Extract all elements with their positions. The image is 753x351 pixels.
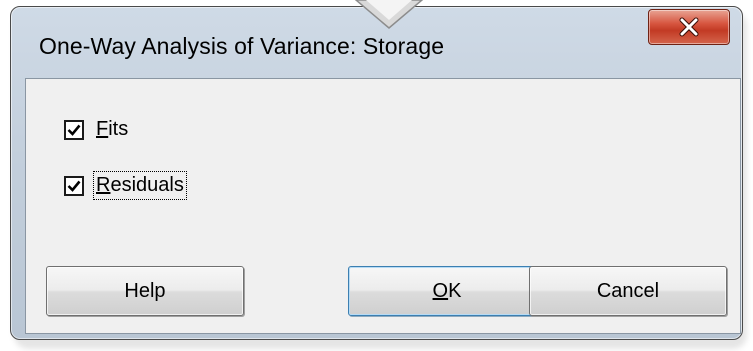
help-button-label: Help <box>124 279 166 302</box>
dialog-window: One-Way Analysis of Variance: Storage Fi… <box>10 6 743 340</box>
residuals-label: Residuals <box>93 171 187 200</box>
residuals-checkbox[interactable] <box>64 175 84 196</box>
cancel-button[interactable]: Cancel <box>529 266 727 316</box>
residuals-mnemonic: R <box>96 174 111 196</box>
close-button[interactable] <box>648 9 730 45</box>
ok-label-rest: K <box>448 279 462 302</box>
fits-label-rest: its <box>108 118 129 140</box>
fits-option[interactable]: Fits <box>64 117 129 142</box>
close-x-icon <box>679 17 699 37</box>
fits-checkbox[interactable] <box>64 119 84 140</box>
residuals-label-rest: esiduals <box>110 174 184 196</box>
checkmark-icon <box>67 180 81 192</box>
fits-label: Fits <box>95 117 129 142</box>
help-button[interactable]: Help <box>46 266 244 316</box>
ok-button[interactable]: OK <box>348 266 546 316</box>
screen: One-Way Analysis of Variance: Storage Fi… <box>0 0 753 351</box>
fits-mnemonic: F <box>96 118 109 140</box>
pointer-arrow-icon <box>354 0 424 29</box>
ok-mnemonic: O <box>432 279 449 302</box>
window-title: One-Way Analysis of Variance: Storage <box>39 33 445 59</box>
cancel-button-label: Cancel <box>596 279 660 302</box>
dialog-client-area: Fits Residuals Help OK Cancel <box>25 78 741 334</box>
residuals-option[interactable]: Residuals <box>64 171 187 200</box>
checkmark-icon <box>67 124 81 136</box>
